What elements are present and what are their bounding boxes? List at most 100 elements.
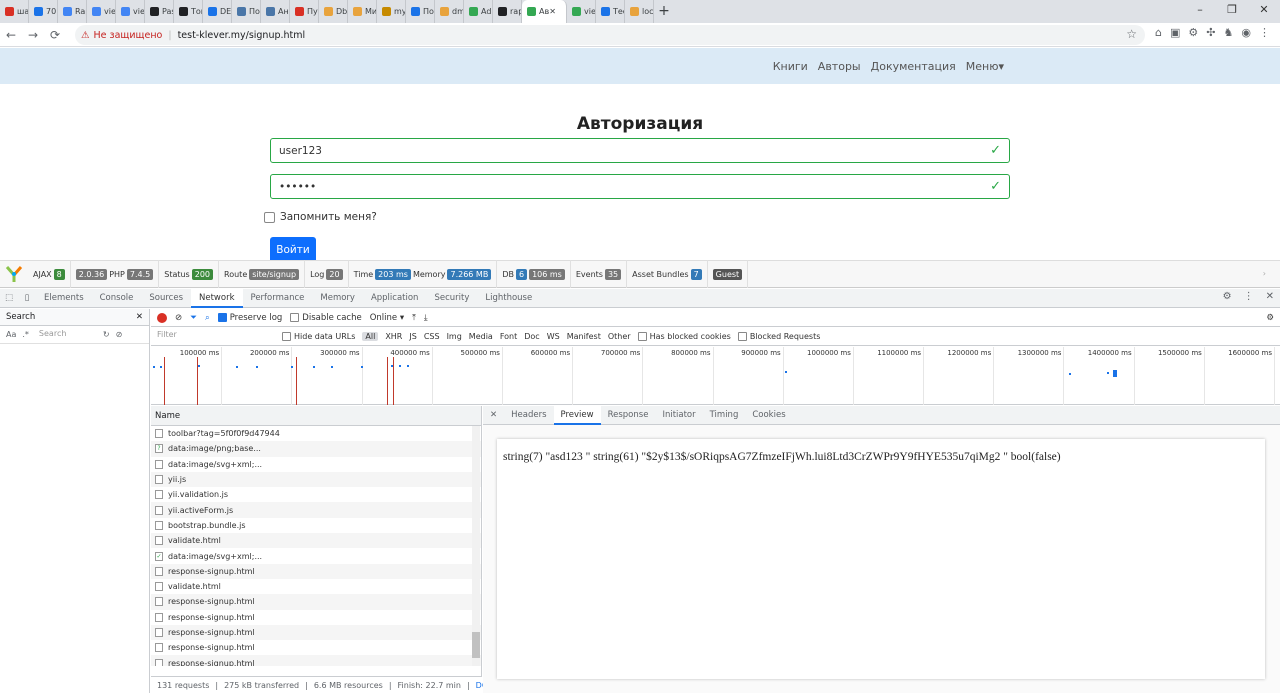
detail-tab-response[interactable]: Response bbox=[601, 406, 656, 425]
detail-tab-preview[interactable]: Preview bbox=[553, 405, 601, 425]
filter-type-other[interactable]: Other bbox=[608, 332, 631, 341]
devtools-tab-application[interactable]: Application bbox=[363, 289, 427, 308]
blocked-requests-checkbox[interactable] bbox=[737, 332, 747, 341]
clear-icon[interactable]: ⊘ bbox=[116, 330, 123, 339]
devtools-tab-lighthouse[interactable]: Lighthouse bbox=[477, 289, 540, 308]
more-options-icon[interactable]: ⋮ bbox=[1244, 291, 1254, 302]
extension-icon[interactable]: ▣ bbox=[1170, 26, 1180, 39]
close-search-icon[interactable]: ✕ bbox=[136, 312, 143, 322]
site-nav-link[interactable]: Книги bbox=[773, 60, 808, 73]
menu-dots-icon[interactable]: ⋮ bbox=[1259, 26, 1270, 39]
new-tab-button[interactable]: + bbox=[654, 0, 674, 23]
table-row[interactable]: ? data:image/png;base... bbox=[151, 441, 481, 457]
site-nav-link[interactable]: Меню▾ bbox=[966, 60, 1004, 73]
devtools-tab-memory[interactable]: Memory bbox=[312, 289, 363, 308]
extension-icon[interactable]: ⚙ bbox=[1188, 26, 1198, 39]
table-row[interactable]: response-signup.html bbox=[151, 640, 481, 655]
filter-type-img[interactable]: Img bbox=[447, 332, 462, 341]
table-row[interactable]: validate.html bbox=[151, 579, 481, 594]
yii-route[interactable]: Route site/signup bbox=[219, 260, 306, 288]
browser-tab[interactable]: DbSes bbox=[319, 0, 348, 23]
browser-tab[interactable]: view-s bbox=[87, 0, 116, 23]
extension-icon[interactable]: ⌂ bbox=[1155, 26, 1162, 39]
close-window-button[interactable]: ✕ bbox=[1248, 0, 1280, 23]
browser-tab[interactable]: Rapid bbox=[58, 0, 87, 23]
browser-tab[interactable]: шабло bbox=[0, 0, 29, 23]
filter-type-all[interactable]: All bbox=[362, 332, 379, 341]
browser-tab[interactable]: rapnig bbox=[493, 0, 522, 23]
blocked-requests-toggle[interactable]: Blocked Requests bbox=[737, 332, 820, 341]
browser-tab[interactable]: Подсл bbox=[232, 0, 261, 23]
record-button[interactable] bbox=[157, 312, 167, 323]
close-detail-icon[interactable]: ✕ bbox=[483, 406, 504, 425]
table-row[interactable]: response-signup.html bbox=[151, 624, 481, 641]
tab-close-icon[interactable]: ✕ bbox=[549, 7, 556, 16]
hide-data-urls-toggle[interactable]: Hide data URLs bbox=[282, 332, 355, 341]
search-icon[interactable]: ⌕ bbox=[205, 313, 210, 323]
minimize-window-button[interactable]: – bbox=[1184, 0, 1216, 23]
site-nav-link[interactable]: Документация bbox=[871, 60, 956, 73]
table-row[interactable]: response-signup.html bbox=[151, 563, 481, 579]
scrollbar-track[interactable] bbox=[472, 426, 480, 666]
table-row[interactable]: ✓ data:image/svg+xml;... bbox=[151, 548, 481, 563]
settings-gear-icon[interactable]: ⚙ bbox=[1223, 291, 1232, 302]
login-button[interactable]: Войти bbox=[270, 237, 316, 261]
not-secure-label[interactable]: Не защищено bbox=[94, 30, 163, 41]
browser-tab[interactable]: Мигра bbox=[348, 0, 377, 23]
browser-tab[interactable]: Pasros bbox=[145, 0, 174, 23]
devtools-tab-console[interactable]: Console bbox=[92, 289, 142, 308]
devtools-tab-security[interactable]: Security bbox=[426, 289, 477, 308]
browser-tab[interactable]: localh bbox=[625, 0, 654, 23]
browser-tab[interactable]: view-s bbox=[567, 0, 596, 23]
browser-tab[interactable]: 70 Free bbox=[29, 0, 58, 23]
browser-tab[interactable]: mysql bbox=[377, 0, 406, 23]
table-row[interactable]: yii.js bbox=[151, 471, 481, 488]
filter-icon[interactable]: ⏷ bbox=[190, 313, 197, 323]
disable-cache-checkbox[interactable] bbox=[290, 312, 300, 322]
reload-button[interactable]: ⟳ bbox=[44, 28, 66, 42]
table-row[interactable]: validate.html bbox=[151, 533, 481, 549]
yii-ajax[interactable]: AJAX 8 bbox=[28, 260, 71, 288]
filter-type-media[interactable]: Media bbox=[469, 332, 493, 341]
yii-user[interactable]: Guest bbox=[708, 260, 749, 288]
filter-type-font[interactable]: Font bbox=[500, 332, 517, 341]
network-settings-icon[interactable]: ⚙ bbox=[1266, 313, 1274, 323]
has-blocked-cookies-checkbox[interactable] bbox=[637, 332, 647, 341]
detail-tab-timing[interactable]: Timing bbox=[703, 406, 746, 425]
filter-input[interactable]: Filter bbox=[155, 330, 275, 343]
detail-tab-cookies[interactable]: Cookies bbox=[745, 406, 792, 425]
yii-time[interactable]: Time 203 ms Memory 7.266 MB bbox=[349, 260, 498, 288]
browser-tab[interactable]: Топ-10 bbox=[174, 0, 203, 23]
toolbar-expand-icon[interactable]: › bbox=[1263, 269, 1266, 278]
yii-log[interactable]: Log 20 bbox=[305, 260, 349, 288]
filter-type-manifest[interactable]: Manifest bbox=[567, 332, 601, 341]
browser-tab[interactable]: Ав ✕ bbox=[522, 0, 567, 23]
extension-icon[interactable]: ♞ bbox=[1224, 26, 1234, 39]
table-row[interactable]: response-signup.html bbox=[151, 655, 481, 666]
browser-tab[interactable]: DEITA bbox=[203, 0, 232, 23]
yii-events[interactable]: Events 35 bbox=[571, 260, 628, 288]
disable-cache-toggle[interactable]: Disable cache bbox=[290, 312, 362, 323]
browser-tab[interactable]: Тестов bbox=[596, 0, 625, 23]
url-text[interactable]: test-klever.my/signup.html bbox=[178, 30, 306, 41]
yii-assets[interactable]: Asset Bundles 7 bbox=[627, 260, 708, 288]
scrollbar-thumb[interactable] bbox=[472, 632, 480, 658]
export-har-icon[interactable]: ⤓ bbox=[424, 313, 428, 323]
filter-type-xhr[interactable]: XHR bbox=[385, 332, 402, 341]
remember-checkbox[interactable] bbox=[264, 211, 275, 223]
back-button[interactable]: ← bbox=[0, 28, 22, 42]
close-devtools-icon[interactable]: ✕ bbox=[1266, 291, 1274, 302]
table-row[interactable]: yii.validation.js bbox=[151, 487, 481, 502]
match-case-button[interactable]: Aa bbox=[6, 330, 16, 339]
browser-tab[interactable]: Анаст bbox=[261, 0, 290, 23]
forward-button[interactable]: → bbox=[22, 28, 44, 42]
table-row[interactable]: response-signup.html bbox=[151, 610, 481, 625]
omnibox[interactable]: ⚠ Не защищено | test-klever.my/signup.ht… bbox=[75, 25, 1145, 45]
refresh-icon[interactable]: ↻ bbox=[103, 330, 110, 339]
yii-status[interactable]: Status 200 bbox=[159, 260, 220, 288]
throttle-select[interactable]: Online ▾ bbox=[370, 313, 404, 323]
network-overview[interactable]: 100000 ms 200000 ms 300000 ms 400000 ms 5000… bbox=[151, 347, 1280, 405]
filter-type-doc[interactable]: Doc bbox=[524, 332, 539, 341]
browser-tab[interactable]: Путин bbox=[290, 0, 319, 23]
table-row[interactable]: toolbar?tag=5f0f0f9d47944 bbox=[151, 426, 481, 441]
